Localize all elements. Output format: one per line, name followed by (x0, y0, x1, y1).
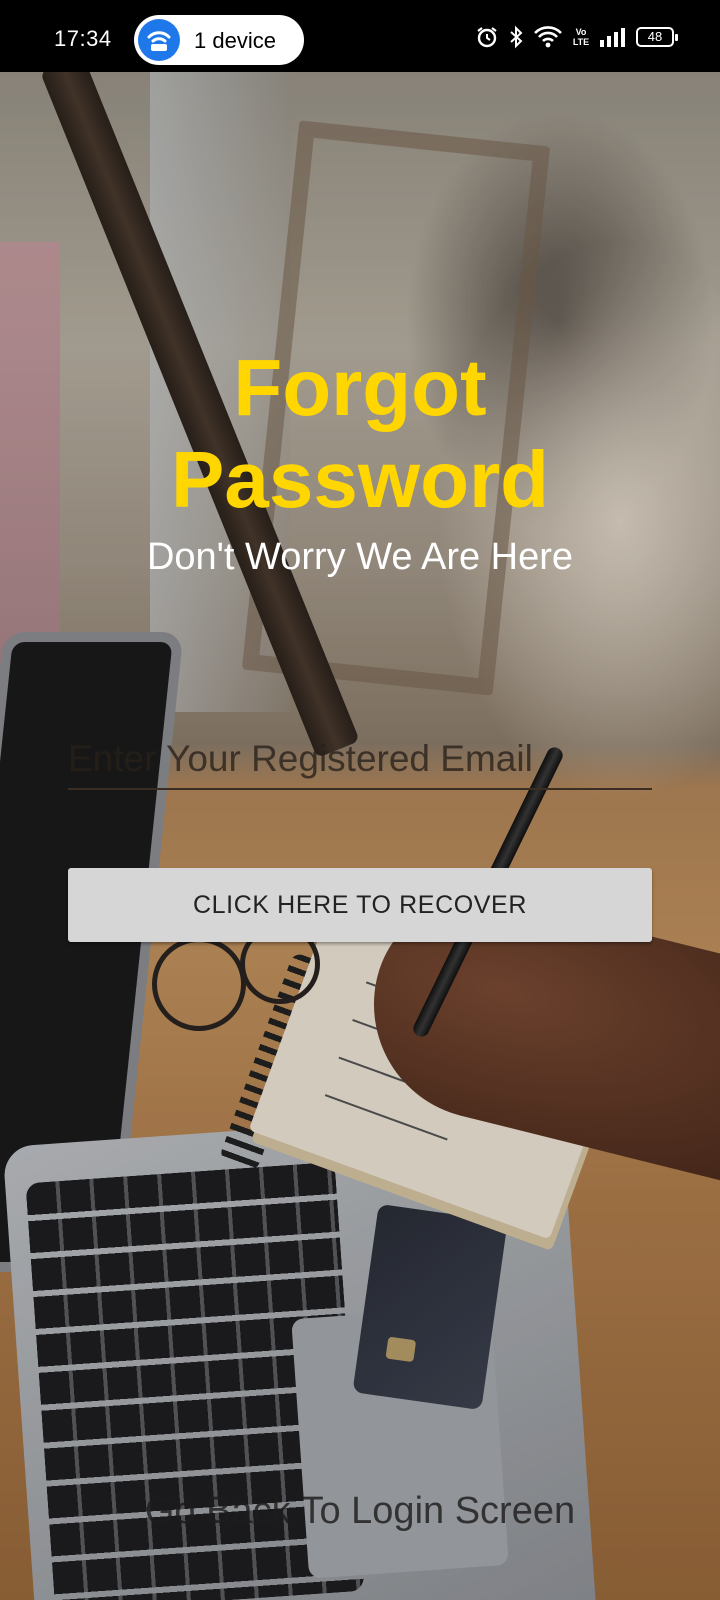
recover-button[interactable]: CLICK HERE TO RECOVER (68, 868, 652, 942)
page-title-line2: Password (171, 435, 549, 524)
signal-icon (600, 28, 625, 47)
background-photo (0, 72, 720, 1600)
battery-level: 48 (647, 29, 663, 44)
back-to-login-link[interactable]: Go Back To Login Screen (0, 1490, 720, 1533)
bluetooth-icon (510, 25, 523, 49)
volte-top-label: Vo (575, 27, 587, 37)
page-title-line1: Forgot (233, 343, 487, 432)
status-bar: 17:34 1 device Vo LTE 48 (0, 0, 720, 72)
status-icons: Vo LTE 48 (475, 24, 678, 50)
volte-icon: Vo LTE (572, 27, 590, 47)
battery-icon: 48 (636, 27, 678, 47)
hotspot-chip[interactable]: 1 device (134, 15, 304, 65)
hotspot-label: 1 device (194, 28, 276, 53)
status-time: 17:34 (54, 26, 112, 51)
volte-bottom-label: LTE (572, 37, 590, 47)
email-field[interactable] (68, 730, 652, 790)
alarm-icon (477, 27, 497, 48)
page-subtitle: Don't Worry We Are Here (146, 536, 574, 578)
wifi-icon (534, 26, 562, 48)
hotspot-icon (138, 19, 180, 61)
